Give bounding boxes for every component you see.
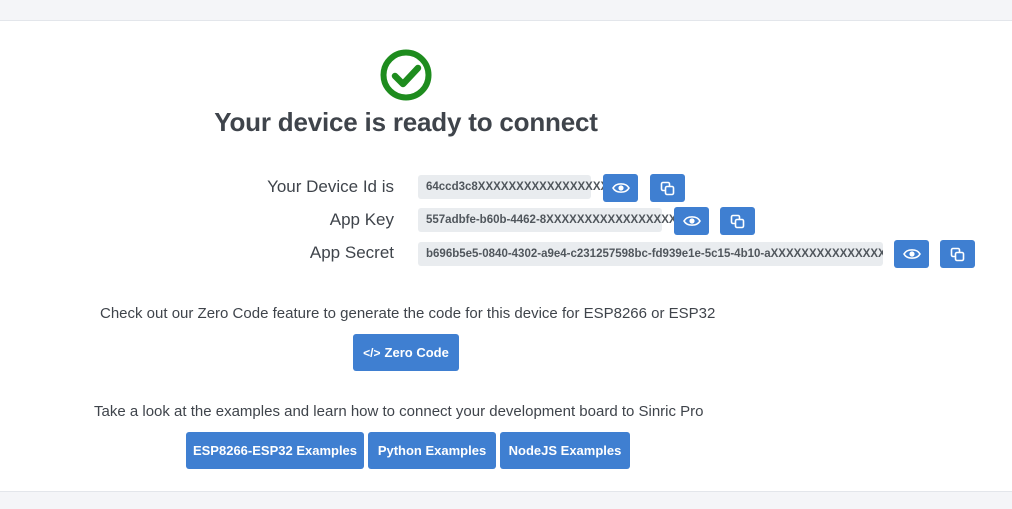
check-circle-icon bbox=[380, 49, 432, 101]
zero-code-button-label: Zero Code bbox=[384, 345, 449, 360]
copy-icon bbox=[730, 214, 745, 228]
copy-device-id-button[interactable] bbox=[650, 174, 685, 202]
zero-code-button[interactable]: </> Zero Code bbox=[353, 334, 459, 371]
zero-code-description: Check out our Zero Code feature to gener… bbox=[100, 305, 716, 322]
app-key-value: 557adbfe-b60b-4462-8XXXXXXXXXXXXXXXXX bbox=[418, 208, 677, 232]
page-title: Your device is ready to connect bbox=[214, 107, 598, 137]
esp8266-esp32-examples-button[interactable]: ESP8266-ESP32 Examples bbox=[186, 432, 364, 469]
device-id-value: 64ccd3c8XXXXXXXXXXXXXXXXX bbox=[418, 175, 608, 199]
app-key-label: App Key bbox=[329, 210, 394, 229]
copy-app-secret-button[interactable] bbox=[940, 240, 975, 268]
reveal-device-id-button[interactable] bbox=[603, 174, 638, 202]
eye-icon bbox=[682, 216, 701, 226]
examples-description: Take a look at the examples and learn ho… bbox=[94, 403, 704, 420]
device-ready-card: Your device is ready to connect Your Dev… bbox=[0, 20, 1012, 492]
device-id-label: Your Device Id is bbox=[267, 177, 394, 196]
credential-row-app-key: App Key 557adbfe-b60b-4462-8XXXXXXXXXXXX… bbox=[0, 207, 1012, 235]
credential-row-device-id: Your Device Id is 64ccd3c8XXXXXXXXXXXXXX… bbox=[0, 174, 1012, 202]
copy-icon bbox=[950, 247, 965, 261]
credential-row-app-secret: App Secret b696b5e5-0840-4302-a9e4-c2312… bbox=[0, 240, 1012, 268]
eye-icon bbox=[902, 249, 921, 259]
copy-icon bbox=[660, 181, 675, 195]
eye-icon bbox=[611, 183, 630, 193]
app-secret-value: b696b5e5-0840-4302-a9e4-c231257598bc-fd9… bbox=[418, 242, 883, 266]
reveal-app-secret-button[interactable] bbox=[894, 240, 929, 268]
copy-app-key-button[interactable] bbox=[720, 207, 755, 235]
python-examples-button[interactable]: Python Examples bbox=[368, 432, 496, 469]
nodejs-examples-button[interactable]: NodeJS Examples bbox=[500, 432, 630, 469]
reveal-app-key-button[interactable] bbox=[674, 207, 709, 235]
app-secret-label: App Secret bbox=[309, 243, 394, 262]
code-icon: </> bbox=[363, 346, 381, 360]
